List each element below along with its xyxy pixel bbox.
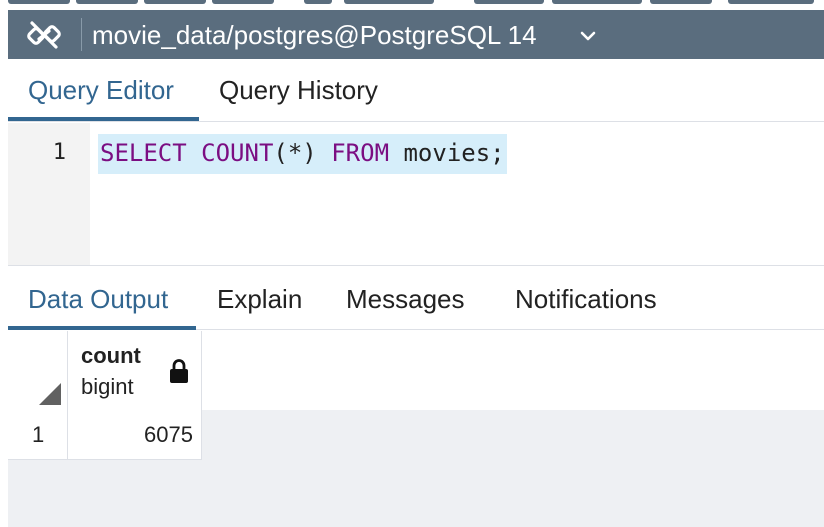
table-row[interactable]: 1 6075 xyxy=(8,410,202,460)
cell-count[interactable]: 6075 xyxy=(68,410,202,459)
grid-header-row: count bigint xyxy=(8,331,824,410)
tab-data-output[interactable]: Data Output xyxy=(28,284,168,314)
top-tab-stub[interactable] xyxy=(344,0,434,4)
tab-query-editor[interactable]: Query Editor xyxy=(28,75,174,105)
top-tab-stub[interactable] xyxy=(76,0,138,4)
top-tab-stub[interactable] xyxy=(8,0,70,4)
grid-header-filler xyxy=(202,331,824,410)
tab-query-history[interactable]: Query History xyxy=(219,75,378,105)
tab-explain[interactable]: Explain xyxy=(217,284,302,314)
column-type: bigint xyxy=(81,374,134,399)
connection-separator xyxy=(81,18,82,51)
top-tab-stub[interactable] xyxy=(304,0,332,4)
top-tab-strip xyxy=(0,0,824,10)
active-tab-indicator xyxy=(8,117,199,121)
active-output-tab-indicator xyxy=(8,326,196,330)
link-off-icon[interactable] xyxy=(20,18,68,51)
select-all-cell[interactable] xyxy=(8,331,68,410)
row-number[interactable]: 1 xyxy=(8,410,68,459)
select-all-icon xyxy=(39,383,61,405)
line-gutter: 1 xyxy=(8,123,90,265)
output-tabbar: Data Output Explain Messages Notificatio… xyxy=(8,267,824,330)
table-name: movies; xyxy=(403,139,505,167)
keyword-select: SELECT xyxy=(100,139,187,167)
column-header-count[interactable]: count bigint xyxy=(68,331,202,410)
top-tab-stub[interactable] xyxy=(474,0,544,4)
result-grid: count bigint 1 6075 xyxy=(8,331,824,527)
function-count: COUNT xyxy=(201,139,274,167)
top-tab-stub[interactable] xyxy=(728,0,814,4)
lock-icon xyxy=(169,358,189,384)
chevron-down-icon[interactable] xyxy=(578,26,598,46)
tab-notifications[interactable]: Notifications xyxy=(515,284,657,314)
top-tab-stub[interactable] xyxy=(650,0,712,4)
count-argument: (*) xyxy=(273,139,317,167)
editor-tabbar: Query Editor Query History xyxy=(8,59,824,122)
top-tab-stub[interactable] xyxy=(212,0,274,4)
top-tab-stub[interactable] xyxy=(144,0,206,4)
sql-editor[interactable]: 1 SELECT COUNT(*) FROM movies; xyxy=(8,123,824,266)
code-line[interactable]: SELECT COUNT(*) FROM movies; xyxy=(98,134,507,174)
column-name: count xyxy=(81,343,141,368)
connection-label[interactable]: movie_data/postgres@PostgreSQL 14 xyxy=(92,20,537,50)
top-tab-stub[interactable] xyxy=(552,0,642,4)
keyword-from: FROM xyxy=(331,139,390,167)
connection-bar: movie_data/postgres@PostgreSQL 14 xyxy=(8,10,824,59)
line-number: 1 xyxy=(52,140,66,165)
tab-messages[interactable]: Messages xyxy=(346,284,465,314)
